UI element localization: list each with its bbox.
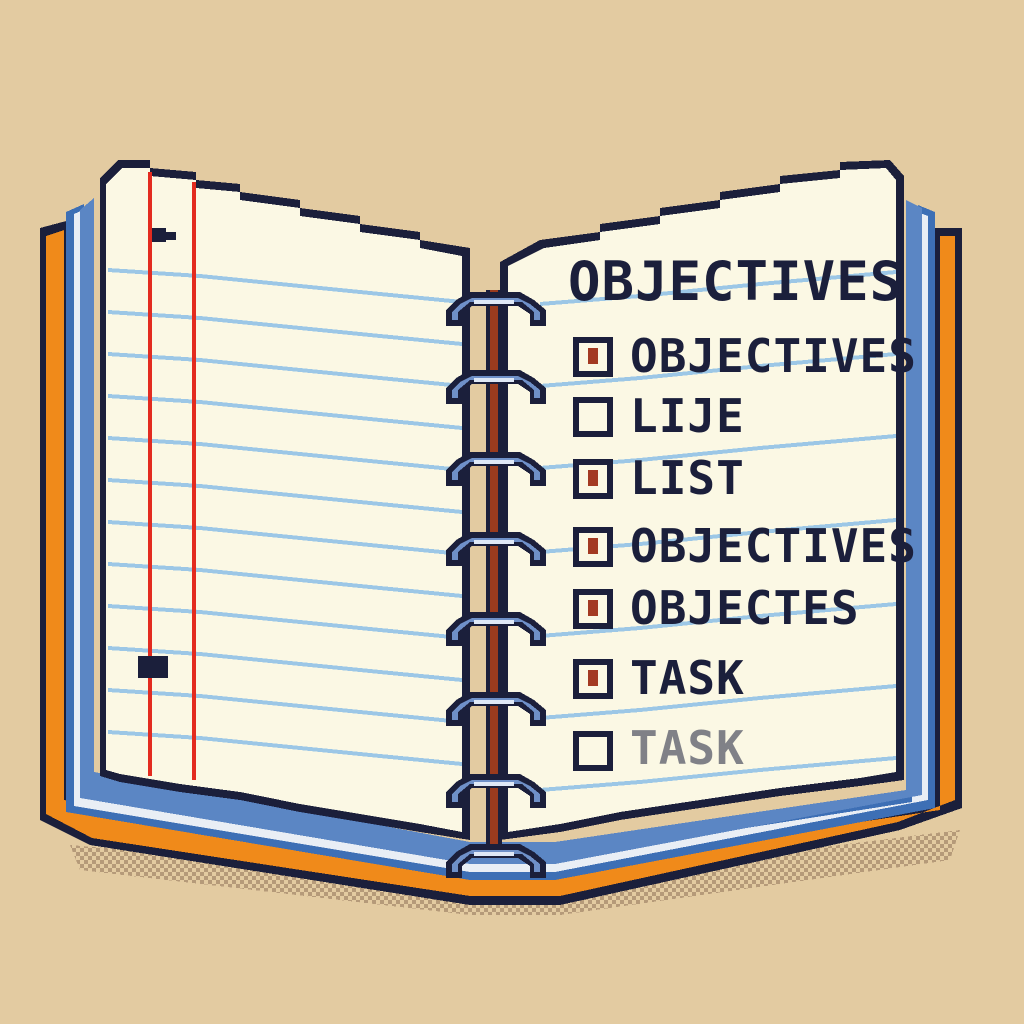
objectives-title: OBJECTIVES (568, 250, 903, 313)
checkbox-icon[interactable] (573, 337, 613, 377)
checkbox-icon[interactable] (573, 527, 613, 567)
checkbox-icon[interactable] (573, 459, 613, 499)
checkmark-icon (588, 470, 598, 486)
checkbox-icon[interactable] (573, 589, 613, 629)
checkmark-icon (588, 348, 598, 364)
checkbox-icon[interactable] (573, 659, 613, 699)
objective-label: TASK (630, 651, 745, 705)
objective-label: LIJE (630, 389, 745, 443)
objectives-notebook-scene: OBJECTIVES OBJECTIVES LIJE LIST OBJECTIV… (0, 0, 1024, 1024)
objective-label: TASK (630, 721, 745, 775)
checkbox-icon[interactable] (573, 397, 613, 437)
objective-item[interactable]: LIST (573, 451, 745, 505)
left-page (100, 160, 470, 840)
objective-label: OBJECTIVES (630, 329, 917, 383)
checkmark-icon (588, 670, 598, 686)
checkmark-icon (588, 600, 598, 616)
objective-label: OBJECTES (630, 581, 860, 635)
objective-label: LIST (630, 451, 745, 505)
checkbox-icon[interactable] (573, 731, 613, 771)
checkmark-icon (588, 538, 598, 554)
objective-item[interactable]: LIJE (573, 389, 745, 443)
objective-label: OBJECTIVES (630, 519, 917, 573)
objective-item[interactable]: TASK (573, 651, 745, 705)
